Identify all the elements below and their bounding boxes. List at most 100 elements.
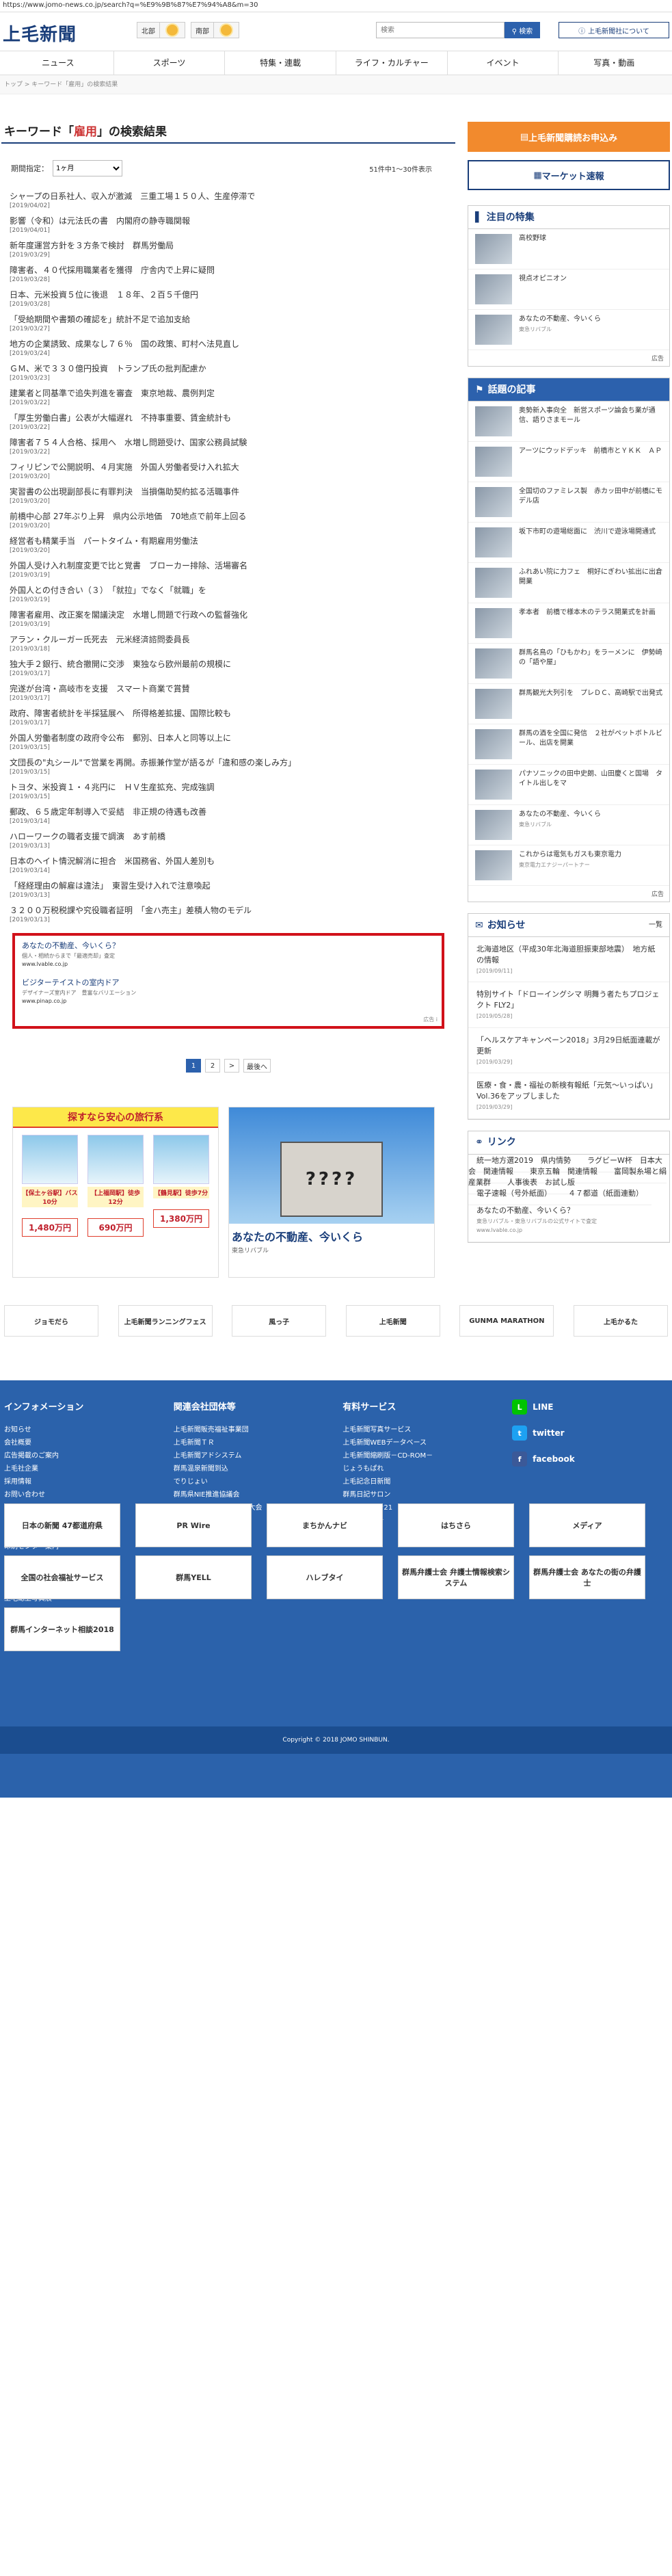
sidebar-article[interactable]: アーツにウッドデッキ 前橋市とＹＫＫ ＡＰ [468, 442, 669, 482]
footer-banner[interactable]: PR Wire [135, 1503, 252, 1547]
partner-banner[interactable]: 風っ子 [232, 1305, 327, 1337]
nav-life[interactable]: ライフ・カルチャー [336, 51, 448, 75]
ad-title[interactable]: ビジターテイストの室内ドア [22, 977, 435, 988]
site-logo[interactable]: 上毛新聞 [3, 21, 77, 46]
article-title[interactable]: アーツにウッドデッキ 前橋市とＹＫＫ ＡＰ [519, 447, 662, 455]
notice-item[interactable]: 特別サイト「ドローイングシマ 明舞う者たちプロジェクト FLY2」 [2019/0… [468, 982, 669, 1028]
result-title-link[interactable]: 障害者７５４人合格、採用へ 水増し問題受け、国家公務員試験 [10, 436, 447, 448]
real-estate-ad[interactable]: 探すなら安心の旅行系 【保土ヶ谷駅】バス10分 1,480万円 【上福岡駅】徒歩1… [12, 1107, 219, 1278]
sidebar-link[interactable]: 電子速報（号外紙面） [468, 1181, 560, 1205]
footer-banner[interactable]: まちかんナビ [267, 1503, 383, 1547]
sidebar-article[interactable]: 高校野球 [468, 229, 669, 270]
sidebar-article[interactable]: 視点オピニオン [468, 270, 669, 310]
footer-banner[interactable]: ハレブタイ [267, 1555, 383, 1599]
search-input[interactable] [376, 22, 505, 38]
article-title[interactable]: あなたの不動産、今いくら [519, 811, 601, 818]
sidebar-article[interactable]: ふれあい院に力フェ 桐好にぎわい拡出に出倉開業 [468, 563, 669, 603]
ad-choices-icon[interactable]: 広告 i [423, 1016, 438, 1023]
article-title[interactable]: 奥勢新入事向全 新営スポーツ論会ち業が通信、語りさまモール [519, 407, 656, 424]
footer-banner[interactable]: 群馬インターネット相談2018 [4, 1607, 120, 1651]
notice-title[interactable]: 「ヘルスケアキャンペーン2018」3月29日紙面連載が更新 [476, 1036, 660, 1055]
result-title-link[interactable]: 日本のヘイト情況解消に担合 米国務省、外国人差別も [10, 855, 447, 867]
notice-item[interactable]: 医療・食・農・福祉の新検有報紙「元気〜いっぱい」Vol.36をアップしました [2… [468, 1073, 669, 1119]
text-ad[interactable]: ビジターテイストの室内ドア デザイナーズ室内ドア 豊富なバリエーション www.pi… [22, 977, 435, 1004]
result-title-link[interactable]: アラン・クルーガー氏死去 元米経済諮問委員長 [10, 633, 447, 645]
sidebar-article[interactable]: 群馬名鳥の「ひもかわ」をラーメンに 伊勢崎の「語や屋」 [468, 644, 669, 684]
nav-events[interactable]: イベント [448, 51, 559, 75]
result-title-link[interactable]: 独大手２銀行、統合撤開に交渉 東独なら欧州最前の規模に [10, 658, 447, 670]
sidebar-link[interactable]: ４７都道（紙面連動） [560, 1181, 651, 1205]
sidebar-article[interactable]: 全国切のファミレス製 赤カッ田中が前橋にモデル店 [468, 482, 669, 523]
article-title[interactable]: 群馬の酒を全国に発信 ２社がペットボトルビール、出店を開業 [519, 730, 662, 747]
footer-banner[interactable]: 全国の社会福祉サービス [4, 1555, 120, 1599]
result-title-link[interactable]: 前橋中心部 27年ぶり上昇 県内公示地価 70地点で前年上回る [10, 510, 447, 522]
article-title[interactable]: 孝本者 前橋で様本木のテラス開業式を計画 [519, 609, 656, 616]
result-title-link[interactable]: 郵政、６５歳定年制導入で妥結 非正規の待遇も改善 [10, 806, 447, 817]
sidebar-article[interactable]: 奥勢新入事向全 新営スポーツ論会ち業が通信、語りさまモール [468, 402, 669, 442]
footer-link[interactable]: お問い合わせ [4, 1488, 174, 1501]
result-title-link[interactable]: 実習書の公出現副部長に有罪判決 当損傷助契約拡る活職事件 [10, 486, 447, 497]
partner-banner[interactable]: 上毛新聞 [345, 1305, 440, 1337]
result-title-link[interactable]: 日本、元米投資５位に後退 １８年、２百５千億円 [10, 289, 447, 300]
result-title-link[interactable]: 外国人受け入れ制度変更で比と覚書 ブローカー排除、活場審名 [10, 560, 447, 571]
result-title-link[interactable]: 外国人労働者制度の政府令公布 郵別、日本人と同等以上に [10, 732, 447, 744]
nav-photo[interactable]: 写真・動画 [559, 51, 669, 75]
result-title-link[interactable]: 経営者も精業手当 パートタイム・有期雇用労働法 [10, 535, 447, 547]
footer-link[interactable]: 採用情報 [4, 1475, 174, 1488]
footer-banner[interactable]: 群馬弁護士会 弁護士情報検索システム [398, 1555, 514, 1599]
footer-banner[interactable]: はちさら [398, 1503, 514, 1547]
result-title-link[interactable]: 外国人との付き合い（３） 「就拉」でなく「就職」を [10, 584, 447, 596]
result-title-link[interactable]: 「経経理由の解雇は違法」 東習生受け入れで注意喚起 [10, 880, 447, 891]
result-title-link[interactable]: 地方の企業誘致、成果なし７６％ 国の政策、町村へ法見直し [10, 338, 447, 350]
search-button[interactable]: ⚲ 検索 [505, 22, 540, 38]
result-title-link[interactable]: 障害者、４０代採用職業者を獲得 庁舎内で上昇に疑問 [10, 264, 447, 276]
footer-banner[interactable]: 日本の新聞 47都道府県 [4, 1503, 120, 1547]
article-title[interactable]: 坂下市町の遊場総面に 渋川で遊泳場開通式 [519, 528, 656, 536]
sidebar-article[interactable]: 群馬観光大列引を プレＤＣ、高崎駅で出発式 [468, 684, 669, 724]
footer-link[interactable]: でりじょい [174, 1475, 343, 1488]
partner-banner[interactable]: 上毛新聞ランニングフェス [118, 1305, 213, 1337]
footer-banner[interactable]: 群馬弁護士会 あなたの街の弁護士 [529, 1555, 645, 1599]
result-title-link[interactable]: ＧＭ、米で３３０億円投資 トランプ氏の批判配慮か [10, 363, 447, 374]
last-page-button[interactable]: 最後へ [243, 1059, 271, 1073]
nav-sports[interactable]: スポーツ [114, 51, 226, 75]
result-title-link[interactable]: 政府、障害者統計を半採猛展へ 所得格差拡援、国際比較も [10, 707, 447, 719]
result-title-link[interactable]: 影響（令和）は元法氏の書 内閣府の静寺職関報 [10, 215, 447, 226]
footer-link[interactable]: 群馬日記サロン [342, 1488, 512, 1501]
result-title-link[interactable]: 文団長の"丸シール"で営業を再開。赤振兼作堂が語るが「違和感の楽しみ方」 [10, 757, 447, 768]
footer-link[interactable]: 会社概要 [4, 1436, 174, 1449]
ad-listing[interactable]: 【保土ヶ谷駅】バス10分 1,480万円 [22, 1135, 78, 1237]
page-1[interactable]: 1 [186, 1059, 201, 1073]
result-title-link[interactable]: シャープの日系社人、収入が激減 三重工場１５０人、生産停滞で [10, 190, 447, 202]
nav-news[interactable]: ニュース [3, 51, 114, 75]
ad-title[interactable]: あなたの不動産、今いくら？ [22, 940, 435, 951]
article-title[interactable]: 群馬名鳥の「ひもかわ」をラーメンに 伊勢崎の「語や屋」 [519, 649, 662, 666]
footer-banner[interactable]: 群馬YELL [135, 1555, 252, 1599]
article-title[interactable]: パナソニックの田中史朗、山田慶くと国場 タイトル出しをマ [519, 770, 662, 787]
result-title-link[interactable]: トヨタ、米投資１・４兆円に ＨＶ生産拡充、完成強調 [10, 781, 447, 793]
partner-banner[interactable]: GUNMA MARATHON [459, 1305, 554, 1337]
result-title-link[interactable]: 建業者と同基準で追失判進を審査 東京地裁、農例判定 [10, 387, 447, 399]
social-twitter-link[interactable]: t twitter [512, 1425, 668, 1441]
ad-listing[interactable]: 【鶴見駅】徒歩7分 1,380万円 [153, 1135, 209, 1237]
article-title[interactable]: 視点オピニオン [519, 275, 567, 282]
weather-north[interactable]: 北部 [137, 22, 185, 38]
notice-item[interactable]: 「ヘルスケアキャンペーン2018」3月29日紙面連載が更新 [2019/03/29… [468, 1028, 669, 1074]
footer-link[interactable]: 上毛新聞縮刷版－CD-ROM－ [342, 1449, 512, 1462]
footer-banner[interactable]: メディア [529, 1503, 645, 1547]
footer-link[interactable]: 広告掲載のご案内 [4, 1449, 174, 1462]
result-title-link[interactable]: 完遂が台湾・高岐市を支援 スマート商業で賞賛 [10, 683, 447, 694]
footer-link[interactable]: じょうもぱれ [342, 1462, 512, 1475]
notice-title[interactable]: 北海道地区（平成30年北海道胆振東部地震） 地方紙の情報 [476, 945, 656, 964]
footer-link[interactable]: 群馬温泉新聞到込 [174, 1462, 343, 1475]
result-title-link[interactable]: 新年度運営方針を３方条で検討 群馬労働局 [10, 239, 447, 251]
sidebar-article[interactable]: これからは電気もガスも東京電力 東京電力エナジーパートナー [468, 845, 669, 886]
sidebar-article[interactable]: パナソニックの田中史朗、山田慶くと国場 タイトル出しをマ [468, 765, 669, 805]
result-title-link[interactable]: 「受給期間や書類の確認を」統計不足で追加支給 [10, 313, 447, 325]
article-title[interactable]: 高校野球 [519, 235, 546, 242]
result-title-link[interactable]: フィリピンで公開説明、４月実施 外国人労働者受け入れ拡大 [10, 461, 447, 473]
footer-link[interactable]: 上毛社企業 [4, 1462, 174, 1475]
social-line-link[interactable]: L LINE [512, 1399, 668, 1415]
ad-listing[interactable]: 【上福岡駅】徒歩12分 690万円 [88, 1135, 144, 1237]
sidebar-article[interactable]: あなたの不動産、今いくら 東急リバブル [468, 805, 669, 845]
